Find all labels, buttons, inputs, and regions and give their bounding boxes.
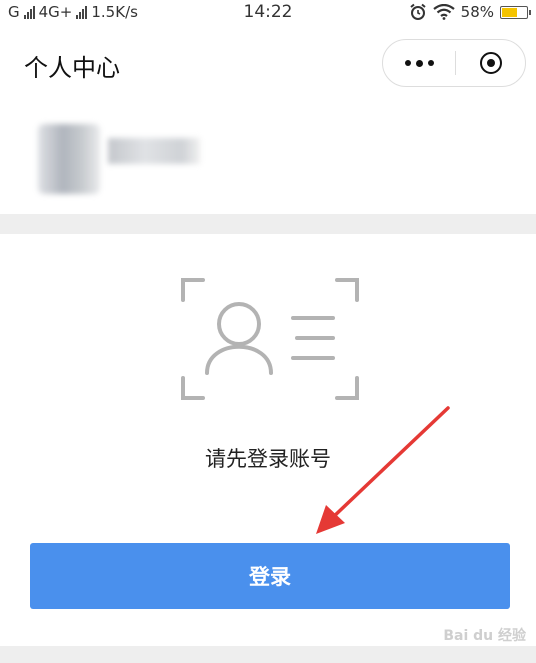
target-close-icon (480, 52, 502, 74)
close-button[interactable] (456, 40, 526, 86)
status-bar: G 4G+ 1.5K/s 14:22 58% (0, 0, 536, 26)
login-hint-text: 请先登录账号 (205, 447, 331, 471)
page-title: 个人中心 (24, 54, 120, 82)
section-divider (0, 214, 536, 234)
login-card: 请先登录账号 登录 (0, 234, 536, 646)
battery-icon (500, 5, 531, 19)
login-button[interactable]: 登录 (30, 543, 510, 609)
more-dot (415, 59, 423, 67)
watermark: Bai du 经验 (443, 628, 526, 644)
more-button[interactable] (383, 40, 455, 86)
mini-program-capsule (382, 39, 526, 87)
more-dot (427, 60, 434, 66)
avatar (38, 124, 100, 194)
status-right: 58% (409, 3, 531, 21)
more-dots-icon (404, 60, 411, 66)
bottom-band (0, 646, 536, 663)
nav-bar: 个人中心 (0, 26, 536, 106)
id-card-icon (181, 278, 359, 400)
battery-percent: 58% (460, 3, 494, 21)
wifi-icon (432, 4, 455, 20)
profile-header (0, 106, 536, 214)
alarm-icon (410, 3, 426, 20)
user-name-blurred (108, 138, 200, 164)
